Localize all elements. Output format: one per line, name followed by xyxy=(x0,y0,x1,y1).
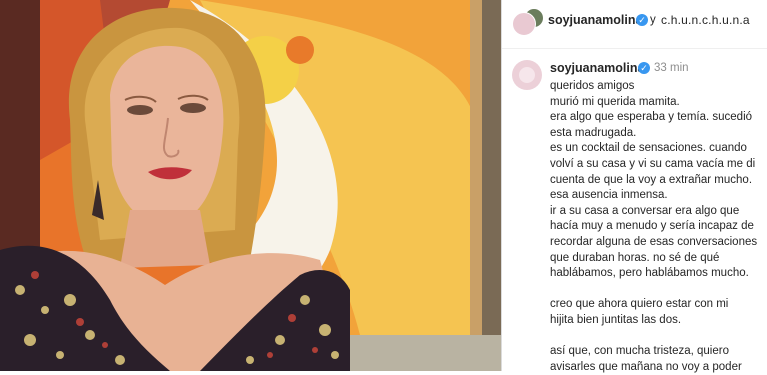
caption-line: recordar alguna de esas conversaciones xyxy=(550,235,758,248)
comment-scrollbar[interactable] xyxy=(762,60,765,360)
verified-badge-icon: ✓ xyxy=(636,14,648,26)
post-caption: queridos amigos murió mi querida mamita.… xyxy=(550,79,762,375)
header-collaborator[interactable]: c.h.u.n.c.h.u.n.a xyxy=(661,13,750,27)
author-avatar[interactable] xyxy=(512,12,536,36)
caption-line: queridos amigos xyxy=(550,80,635,92)
caption-line: hijita bien juntitas las dos. xyxy=(550,313,682,326)
caption-line: ir a su casa a conversar era algo que xyxy=(550,204,740,217)
caption-line: así que, con mucha tristeza, quiero xyxy=(550,345,729,358)
post-photo[interactable] xyxy=(0,0,501,371)
comment-username[interactable]: soyjuanamolina xyxy=(550,61,644,75)
caption-line: era algo que esperaba y temía. sucedió xyxy=(550,111,753,124)
post-header: soyjuanamolina ✓ y c.h.u.n.c.h.u.n.a xyxy=(502,0,767,49)
caption-line: volví a su casa y vi su cama vacía me di xyxy=(550,157,756,170)
caption-line: que duraban horas. no sé de qué xyxy=(550,251,720,264)
caption-line: esa ausencia inmensa. xyxy=(550,189,668,202)
post-side-panel: soyjuanamolina ✓ y c.h.u.n.c.h.u.n.a soy… xyxy=(502,0,767,373)
caption-line: murió mi querida mamita. xyxy=(550,95,680,108)
caption-line: hablábamos, pero hablábamos mucho. xyxy=(550,267,749,280)
caption-line xyxy=(550,329,762,345)
portrait-image xyxy=(0,0,501,371)
header-and-text: y xyxy=(650,14,656,26)
comment-verified-badge-icon: ✓ xyxy=(638,62,650,74)
caption-line: es un cocktail de sensaciones. cuando xyxy=(550,142,747,155)
comment-timestamp[interactable]: 33 min xyxy=(654,62,689,74)
instagram-post: soyjuanamolina ✓ y c.h.u.n.c.h.u.n.a soy… xyxy=(0,0,767,373)
caption-line: creo que ahora quiero estar con mi xyxy=(550,298,729,311)
caption-line: avisarles que mañana no voy a poder xyxy=(550,360,742,373)
caption-line: cuenta de que la voy a extrañar mucho. xyxy=(550,173,753,186)
caption-line xyxy=(550,282,762,298)
caption-line: esta madrugada. xyxy=(550,126,637,139)
comment-avatar[interactable] xyxy=(512,60,542,90)
header-username[interactable]: soyjuanamolina xyxy=(548,13,642,27)
caption-line: hacía muy a menudo y sería incapaz de xyxy=(550,220,754,233)
